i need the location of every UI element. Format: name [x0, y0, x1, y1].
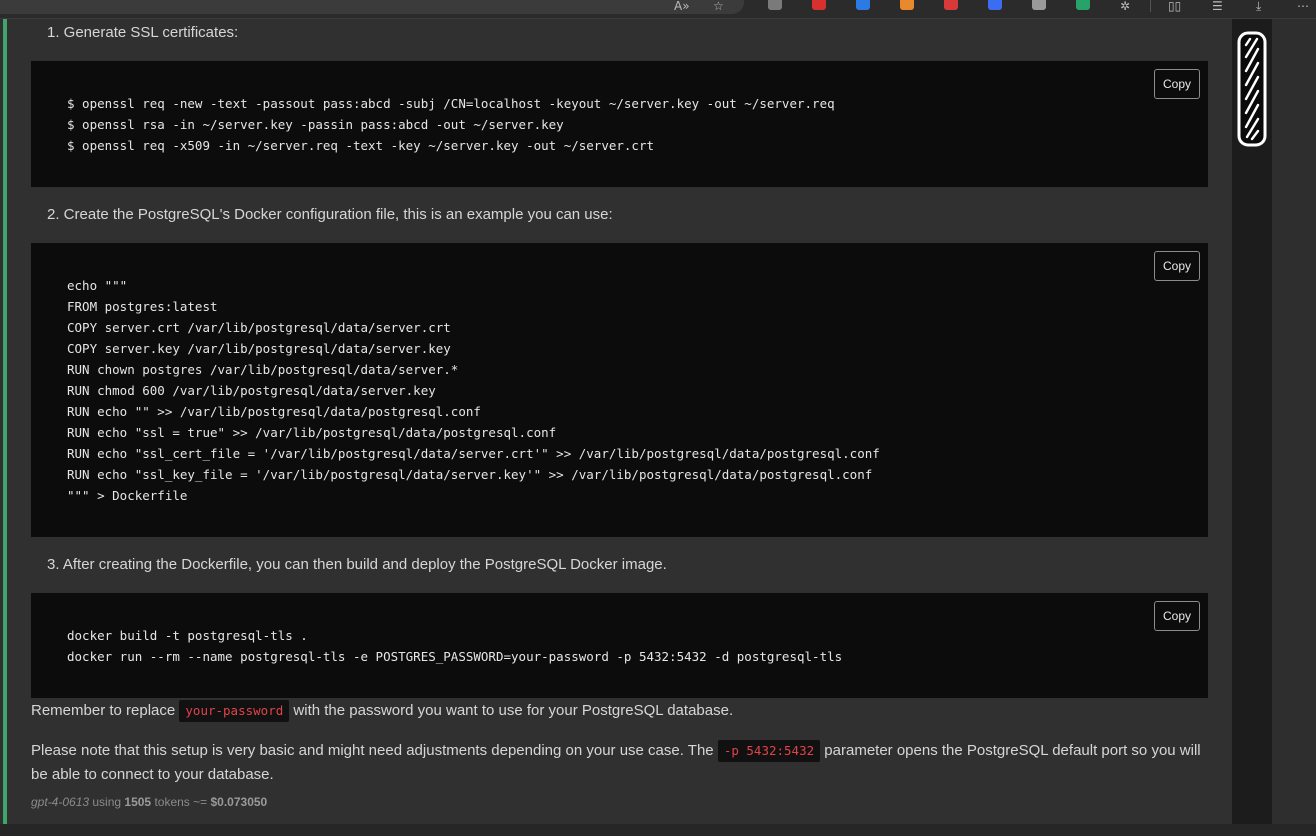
- step-2-text: 2. Create the PostgreSQL's Docker config…: [47, 206, 613, 223]
- token-count: 1505: [124, 795, 152, 809]
- copy-button-3[interactable]: Copy: [1154, 601, 1200, 631]
- more-icon[interactable]: ⋯: [1297, 0, 1309, 12]
- cost-value: $0.073050: [210, 795, 268, 809]
- bottom-edge: [0, 824, 1316, 836]
- code-block-3: docker build -t postgresql-tls . docker …: [31, 593, 1208, 698]
- star-icon[interactable]: ☆: [713, 0, 724, 12]
- browser-toolbar: A» ☆ ✲ ▯▯ ☰ ⤓ ⋯: [0, 0, 1316, 19]
- inline-code-port: -p 5432:5432: [717, 740, 821, 763]
- copy-button-1[interactable]: Copy: [1154, 69, 1200, 99]
- address-bar[interactable]: [0, 0, 744, 14]
- step-3-text: 3. After creating the Dockerfile, you ca…: [47, 556, 667, 573]
- extension-1-icon[interactable]: [768, 0, 782, 10]
- code-text-2[interactable]: echo """ FROM postgres:latest COPY serve…: [67, 275, 880, 506]
- split-screen-icon[interactable]: ▯▯: [1168, 0, 1181, 12]
- toolbar-divider: [1150, 0, 1151, 12]
- remember-note: Remember to replace your-password with t…: [31, 699, 1211, 723]
- usage-footer: gpt-4-0613 using 1505 tokens ~= $0.07305…: [31, 795, 267, 809]
- model-name: gpt-4-0613: [31, 795, 90, 809]
- code-block-2: echo """ FROM postgres:latest COPY serve…: [31, 243, 1208, 537]
- extension-7-icon[interactable]: [1032, 0, 1046, 10]
- basic-text-before: Please note that this setup is very basi…: [31, 742, 718, 759]
- scroll-thumb-scribble[interactable]: [1237, 31, 1267, 147]
- tokens-label: tokens ~=: [151, 795, 211, 809]
- extension-2-icon[interactable]: [812, 0, 826, 10]
- message-accent-bar: [3, 19, 7, 824]
- extension-6-icon[interactable]: [988, 0, 1002, 10]
- read-aloud-icon[interactable]: A»: [674, 0, 690, 12]
- download-icon[interactable]: ⤓: [1256, 0, 1261, 12]
- remember-text-after: with the password you want to use for yo…: [289, 702, 734, 719]
- code-text-1[interactable]: $ openssl req -new -text -passout pass:a…: [67, 93, 835, 156]
- extension-8-icon[interactable]: [1076, 0, 1090, 10]
- chat-response: 1. Generate SSL certificates: $ openssl …: [0, 19, 1232, 824]
- code-text-3[interactable]: docker build -t postgresql-tls . docker …: [67, 625, 842, 667]
- favorites-list-icon[interactable]: ☰: [1212, 0, 1223, 12]
- remember-text-before: Remember to replace: [31, 702, 180, 719]
- code-block-1: $ openssl req -new -text -passout pass:a…: [31, 61, 1208, 187]
- using-label: using: [89, 795, 125, 809]
- extension-3-icon[interactable]: [856, 0, 870, 10]
- copy-button-2[interactable]: Copy: [1154, 251, 1200, 281]
- inline-code-password: your-password: [179, 700, 290, 723]
- puzzle-icon[interactable]: ✲: [1120, 0, 1130, 12]
- step-1-text: 1. Generate SSL certificates:: [47, 24, 239, 41]
- basic-setup-note: Please note that this setup is very basi…: [31, 739, 1211, 787]
- extension-5-icon[interactable]: [944, 0, 958, 10]
- side-panel: [1272, 19, 1316, 824]
- extension-4-icon[interactable]: [900, 0, 914, 10]
